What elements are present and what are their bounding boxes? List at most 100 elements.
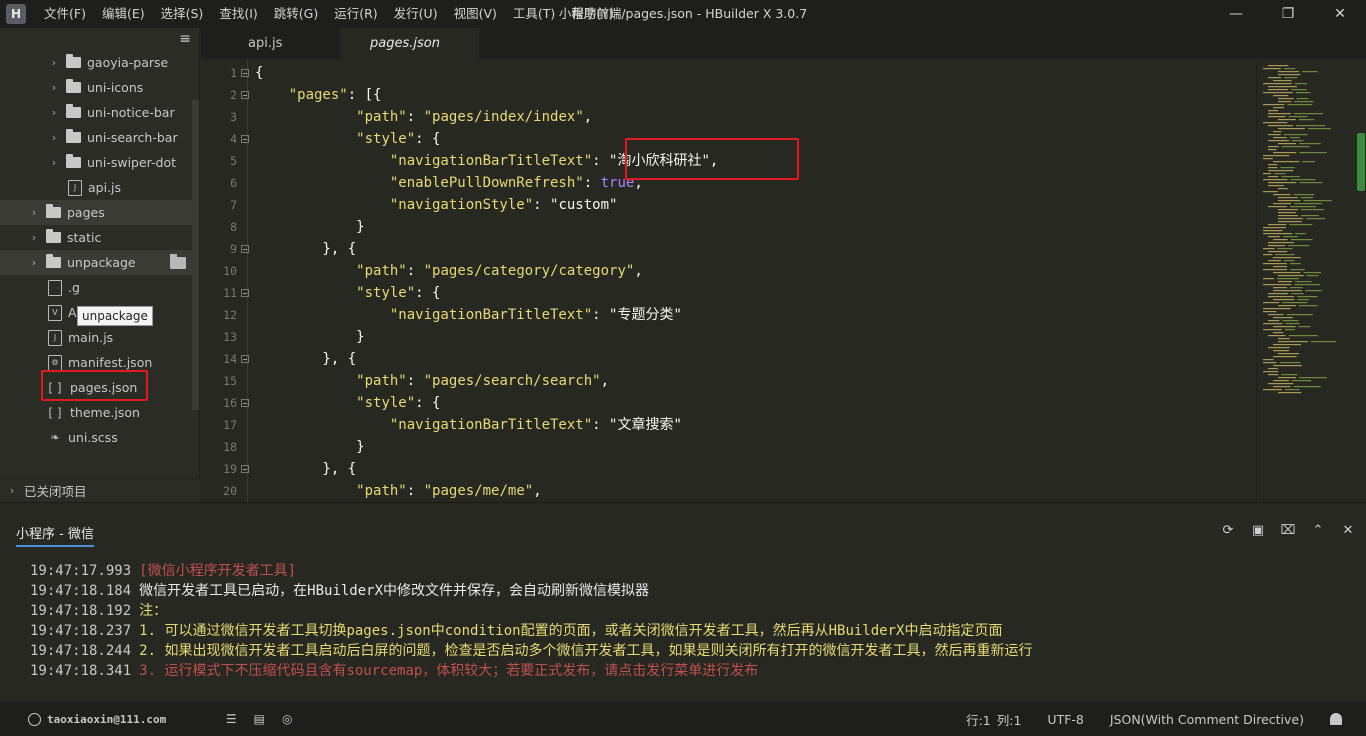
code-line[interactable]: 1{: [201, 62, 1256, 84]
minimize-button[interactable]: —: [1210, 0, 1262, 28]
hamburger-menu-icon[interactable]: ≡: [179, 31, 191, 47]
clear-console-icon[interactable]: ⌧: [1280, 523, 1296, 539]
tree-item-manifest-json[interactable]: ⚙ manifest.json: [0, 350, 192, 375]
menu-select[interactable]: 选择(S): [153, 0, 212, 28]
tree-item-uni-search-bar[interactable]: › uni-search-bar: [0, 125, 192, 150]
globe-icon[interactable]: ◎: [280, 712, 294, 726]
code-line[interactable]: 11 "style": {: [201, 282, 1256, 304]
minimap-line: [1286, 314, 1313, 316]
fold-toggle-icon[interactable]: [241, 135, 249, 143]
code-text: "path": "pages/search/search",: [356, 373, 610, 389]
code-line[interactable]: 16 "style": {: [201, 392, 1256, 414]
console-tab[interactable]: 小程序 - 微信: [16, 523, 94, 547]
scrollbar-thumb[interactable]: [1357, 133, 1365, 191]
minimap-line: [1278, 119, 1296, 121]
menu-find[interactable]: 查找(I): [211, 0, 265, 28]
minimap-line: [1288, 245, 1310, 247]
tree-item-gaoyia-parse[interactable]: › gaoyia-parse: [0, 50, 192, 75]
user-icon[interactable]: [28, 712, 41, 726]
code-text: "navigationBarTitleText": "淘小欣科研社",: [389, 153, 719, 169]
tab-api-js[interactable]: api.js: [201, 28, 340, 59]
code-line[interactable]: 6 "enablePullDownRefresh": true,: [201, 172, 1256, 194]
minimap-line: [1278, 377, 1297, 379]
code-line[interactable]: 9 }, {: [201, 238, 1256, 260]
code-line[interactable]: 4 "style": {: [201, 128, 1256, 150]
tree-item-uni-swiper-dot[interactable]: › uni-swiper-dot: [0, 150, 192, 175]
tree-item-uni-icons[interactable]: › uni-icons: [0, 75, 192, 100]
tree-item-api-js[interactable]: J api.js: [0, 175, 192, 200]
menu-file[interactable]: 文件(F): [36, 0, 94, 28]
fold-toggle-icon[interactable]: [241, 465, 249, 473]
fold-toggle-icon[interactable]: [241, 69, 249, 77]
file-encoding[interactable]: UTF-8: [1047, 712, 1083, 727]
minimap-line: [1277, 248, 1293, 250]
code-line[interactable]: 15 "path": "pages/search/search",: [201, 370, 1256, 392]
tree-item-gitignore[interactable]: .g: [0, 275, 192, 300]
tab-pages-json[interactable]: pages.json: [340, 28, 479, 59]
tree-item-pages[interactable]: › pages: [0, 200, 192, 225]
code-line[interactable]: 5 "navigationBarTitleText": "淘小欣科研社",: [201, 150, 1256, 172]
code-line[interactable]: 10 "path": "pages/category/category",: [201, 260, 1256, 282]
tree-item-main-js[interactable]: J main.js: [0, 325, 192, 350]
cursor-col[interactable]: 列:1: [997, 710, 1022, 729]
terminal-icon[interactable]: ▤: [252, 712, 266, 726]
code-line[interactable]: 20 "path": "pages/me/me",: [201, 480, 1256, 502]
code-line[interactable]: 13 }: [201, 326, 1256, 348]
code-line[interactable]: 8 }: [201, 216, 1256, 238]
code-line[interactable]: 18 }: [201, 436, 1256, 458]
closed-projects-section[interactable]: › 已关闭项目: [0, 478, 200, 502]
menu-view[interactable]: 视图(V): [446, 0, 505, 28]
code-line[interactable]: 12 "navigationBarTitleText": "专题分类": [201, 304, 1256, 326]
fold-toggle-icon[interactable]: [241, 399, 249, 407]
log-line: 19:47:18.192 注：: [30, 601, 167, 621]
minimap[interactable]: [1256, 59, 1356, 502]
restart-icon[interactable]: ⟳: [1220, 523, 1236, 539]
code-line[interactable]: 14 }, {: [201, 348, 1256, 370]
menu-edit[interactable]: 编辑(E): [94, 0, 153, 28]
line-number: 16: [223, 396, 237, 410]
menu-tools[interactable]: 工具(T): [505, 0, 563, 28]
user-account[interactable]: taoxiaoxin@111.com: [47, 713, 166, 726]
tree-item-pages-json[interactable]: [ ] pages.json: [0, 375, 192, 400]
tree-item-static[interactable]: › static: [0, 225, 192, 250]
list-icon[interactable]: ☰: [224, 712, 238, 726]
menu-run[interactable]: 运行(R): [326, 0, 385, 28]
fold-toggle-icon[interactable]: [241, 91, 249, 99]
minimap-line: [1268, 224, 1287, 226]
code-line[interactable]: 3 "path": "pages/index/index",: [201, 106, 1256, 128]
minimap-line: [1263, 233, 1293, 235]
cursor-row[interactable]: 行:1: [966, 710, 991, 729]
menu-publish[interactable]: 发行(U): [386, 0, 446, 28]
chevron-up-icon[interactable]: ⌃: [1310, 523, 1326, 539]
minimap-line: [1289, 137, 1301, 139]
tree-item-theme-json[interactable]: [ ] theme.json: [0, 400, 192, 425]
sidebar-scrollbar[interactable]: [192, 100, 199, 410]
line-number: 9: [230, 242, 237, 256]
code-editor[interactable]: 1{2 "pages": [{3 "path": "pages/index/in…: [201, 59, 1256, 502]
maximize-button[interactable]: ❐: [1262, 0, 1314, 28]
editor-scrollbar[interactable]: [1356, 59, 1366, 502]
bell-icon[interactable]: [1330, 713, 1342, 725]
tree-item-unpackage[interactable]: › unpackage: [0, 250, 192, 275]
minimap-line: [1281, 176, 1300, 178]
fold-toggle-icon[interactable]: [241, 289, 249, 297]
close-panel-icon[interactable]: ✕: [1340, 523, 1356, 539]
language-mode[interactable]: JSON(With Comment Directive): [1110, 712, 1304, 727]
minimap-line: [1278, 101, 1292, 103]
stop-icon[interactable]: ▣: [1250, 523, 1266, 539]
code-line[interactable]: 19 }, {: [201, 458, 1256, 480]
code-line[interactable]: 17 "navigationBarTitleText": "文章搜索": [201, 414, 1256, 436]
fold-toggle-icon[interactable]: [241, 245, 249, 253]
open-folder-icon[interactable]: [170, 253, 186, 269]
code-line[interactable]: 7 "navigationStyle": "custom": [201, 194, 1256, 216]
chevron-right-icon: ›: [31, 206, 37, 219]
tree-item-uni-notice-bar[interactable]: › uni-notice-bar: [0, 100, 192, 125]
fold-toggle-icon[interactable]: [241, 355, 249, 363]
json-file-icon: [ ]: [48, 380, 62, 395]
menu-goto[interactable]: 跳转(G): [266, 0, 326, 28]
tree-item-uni-scss[interactable]: ❧ uni.scss: [0, 425, 192, 450]
close-button[interactable]: ✕: [1314, 0, 1366, 28]
folder-icon: [66, 129, 81, 143]
menu-help[interactable]: 帮助(Y): [563, 0, 621, 28]
code-line[interactable]: 2 "pages": [{: [201, 84, 1256, 106]
